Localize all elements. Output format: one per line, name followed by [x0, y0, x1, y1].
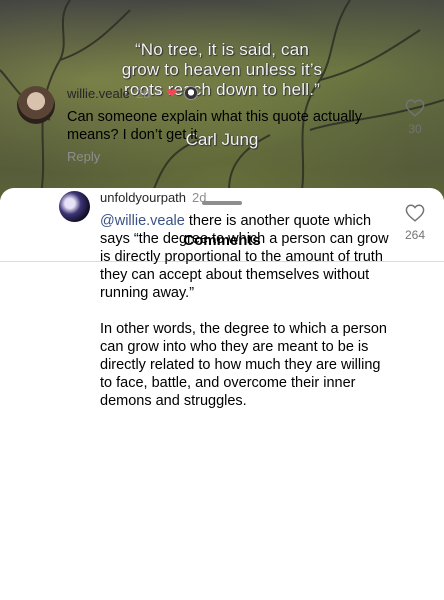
comment-header: willie.veale 2d • ❤ — [67, 85, 198, 101]
comment-username[interactable]: willie.veale — [67, 86, 130, 101]
like-heart-icon[interactable] — [405, 204, 425, 222]
comment-paragraph: @willie.veale there is another quote whi… — [100, 212, 390, 302]
sheet-drag-handle[interactable] — [202, 201, 242, 205]
user-mention-link[interactable]: @willie.veale — [100, 213, 185, 229]
quote-line: grow to heaven unless it’s — [121, 60, 323, 79]
avatar[interactable] — [17, 86, 55, 124]
comment-text: Can someone explain what this quote actu… — [67, 109, 363, 143]
like-count: 264 — [404, 228, 426, 242]
separator-dot: • — [156, 87, 160, 99]
comment-paragraph: In other words, the degree to which a pe… — [100, 321, 387, 409]
comment-time: 2d — [135, 85, 151, 101]
reply-button[interactable]: Reply — [67, 149, 100, 164]
quote-line: “No tree, it is said, can — [134, 40, 310, 59]
creator-avatar-icon — [183, 86, 198, 100]
comment-header: unfoldyourpath 2d — [100, 190, 206, 205]
like-heart-icon[interactable] — [405, 99, 425, 117]
comment-text: @willie.veale there is another quote whi… — [100, 212, 390, 428]
comment-time: 2d — [192, 190, 207, 205]
avatar[interactable] — [59, 191, 90, 222]
creator-liked-heart-icon: ❤ — [165, 84, 178, 101]
comment-username[interactable]: unfoldyourpath — [100, 190, 186, 205]
like-count: 30 — [408, 122, 422, 136]
